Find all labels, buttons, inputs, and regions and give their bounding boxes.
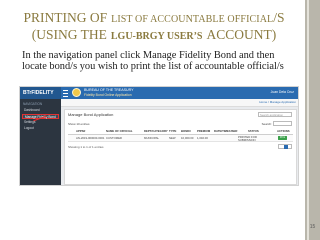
column-header[interactable]: BOND# [181,129,191,133]
column-header[interactable]: TYPE [169,129,176,133]
table-cell: 10,000.00 [181,136,194,140]
bureau-seal-icon [72,88,81,97]
title-part-account: ACCOUNT) [206,27,277,42]
current-page[interactable] [284,145,288,149]
slide-title-line-1: PRINTING OF LIST OF ACCOUNTABLE OFFICIAL… [6,10,302,27]
title-part-using-the: (USING THE [31,27,107,42]
pagination[interactable] [278,144,292,149]
navigation-sidebar: NAVIGATION Dashboard Manage Fidelity Bon… [20,99,61,185]
slide-title: PRINTING OF LIST OF ACCOUNTABLE OFFICIAL… [6,10,302,44]
column-header[interactable]: APPN# [76,129,85,133]
title-part-list-of-officials: LIST OF ACCOUNTABLE OFFICIAL [111,14,274,25]
application-search-input[interactable]: Search application [258,112,292,117]
slide-title-line-2: (USING THE LGU-BRGY USER’S ACCOUNT) [6,27,302,44]
table-cell: AN-2019-000000-0001 [76,136,105,140]
print-button[interactable]: Print [278,135,287,140]
table-cell: 1,040.00 [197,136,208,140]
app-logo[interactable]: BTrFIDELITY [20,87,61,99]
column-header[interactable]: PREMIUM [197,129,210,133]
table-cell: NEW [169,136,176,140]
table-row[interactable]: AN-2019-000000-0001 CUSTOMER MUNICIPAL N… [68,135,293,142]
title-part-plural: /S [273,10,285,25]
app-title: Fidelity Bond Online Application [84,93,132,97]
slide-instruction-text: In the navigation panel click Manage Fid… [22,50,284,72]
table-search-label: Search: [261,122,272,126]
menu-toggle-icon[interactable] [63,90,68,97]
bond-application-panel: Manage Bond Application Search applicati… [64,109,297,185]
app-top-bar [20,87,298,99]
embedded-app-screenshot: BTrFIDELITY BUREAU OF THE TREASURY Fidel… [19,86,299,186]
table-search-input[interactable] [273,121,292,126]
nav-heading: NAVIGATION [23,102,43,106]
title-part-account-type: LGU-BRGY USER’S [110,31,203,42]
bureau-name: BUREAU OF THE TREASURY [84,88,134,92]
panel-title: Manage Bond Application [68,112,114,117]
title-part-printing-of: PRINTING OF [23,10,108,25]
entries-length-select[interactable]: Show 10 entries [68,122,90,126]
status-cell: PRINTED FOR SUBMISSION [238,135,257,142]
column-header[interactable]: NAME OF OFFICIAL [106,129,133,133]
table-cell: MUNICIPAL [144,136,160,140]
breadcrumb-bar: Home / Manage Application [61,99,298,107]
column-header[interactable]: STATUS [248,129,259,133]
decorative-side-stripe-highlight [307,0,309,240]
nav-item-dashboard[interactable]: Dashboard [22,108,59,113]
column-header[interactable]: DATE/TIME/USER [214,129,237,133]
breadcrumb[interactable]: Home / Manage Application [259,100,296,104]
nav-item-logout[interactable]: Logout [22,126,59,131]
column-header[interactable]: DEPT/CATEGORY [144,129,168,133]
user-menu[interactable]: Juan Dela Cruz [271,90,294,94]
column-header[interactable]: ACTIONS [277,129,290,133]
table-info: Showing 1 to 1 of 1 entries [68,145,104,149]
slide-page-number: 15 [309,224,316,230]
nav-item-settings[interactable]: Settings [22,120,59,125]
table-cell: CUSTOMER [106,136,122,140]
